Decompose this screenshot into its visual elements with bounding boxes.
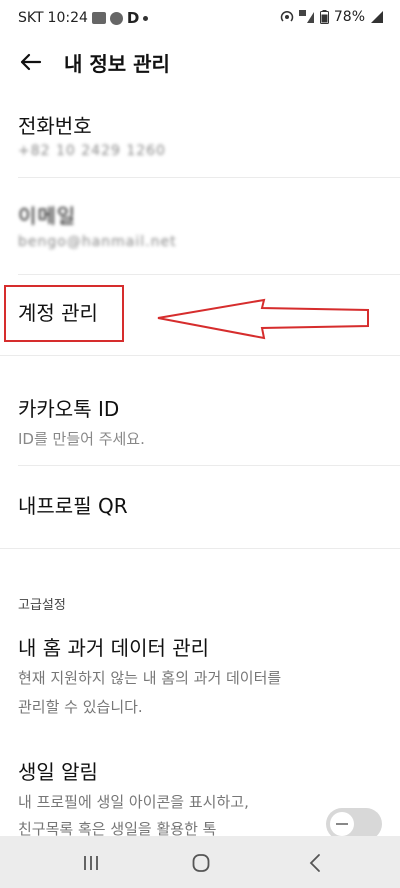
app-header: 내 정보 관리 (0, 38, 400, 88)
birthday-toggle[interactable] (326, 808, 382, 836)
carrier: SKT (18, 10, 44, 26)
status-bar: SKT 10:24 D 78% (0, 0, 400, 36)
home-history-desc-line2: 관리할 수 있습니다. (18, 698, 143, 716)
gallery-notification-icon (91, 12, 106, 24)
section-divider (0, 548, 400, 549)
d-notification-icon: D (126, 9, 140, 27)
more-notifications-icon (143, 15, 149, 21)
annotation-arrow (157, 298, 369, 340)
divider (18, 465, 400, 466)
kakaotalk-id-label: 카카오톡 ID (18, 397, 120, 421)
settings-page: SKT 10:24 D 78% 내 정보 관리 전화번호 +82 10 2429… (0, 0, 400, 836)
clock: 10:24 (47, 10, 88, 26)
phone-number-label: 전화번호 (18, 114, 92, 138)
profile-qr-label: 내프로필 QR (18, 494, 128, 518)
talk-notification-icon (109, 11, 123, 25)
system-nav-bar (0, 836, 400, 888)
status-left: SKT 10:24 D (18, 9, 149, 27)
email-label: 이메일 (18, 204, 77, 228)
status-right: 78% (280, 9, 384, 25)
back-arrow-icon[interactable] (14, 46, 46, 78)
kakaotalk-id-hint: ID를 만들어 주세요. (18, 430, 145, 448)
home-history-title: 내 홈 과거 데이터 관리 (18, 636, 210, 660)
section-divider (0, 355, 400, 356)
birthday-notification-desc-line2: 친구목록 혹은 생일을 활용한 톡 (18, 820, 217, 836)
advanced-settings-header: 고급설정 (18, 598, 66, 613)
signal-icon (298, 10, 314, 23)
toggle-knob (330, 812, 354, 836)
page-title: 내 정보 관리 (64, 52, 170, 76)
hotspot-icon (280, 10, 294, 22)
email-value: bengo@hanmail.net (18, 234, 177, 250)
battery-icon (319, 10, 329, 24)
phone-screen: SKT 10:24 D 78% 내 정보 관리 전화번호 +82 10 2429… (0, 0, 400, 888)
annotation-highlight-box (4, 285, 124, 342)
back-nav-icon[interactable] (300, 850, 330, 876)
divider (18, 274, 400, 275)
home-icon[interactable] (186, 850, 216, 876)
birthday-notification-desc-line1: 내 프로필에 생일 아이콘을 표시하고, (18, 793, 249, 811)
divider (18, 177, 400, 178)
signal-bars-icon (371, 11, 383, 23)
phone-number-value: +82 10 2429 1260 (18, 143, 166, 159)
minus-icon (336, 823, 348, 825)
recent-apps-icon[interactable] (76, 850, 106, 876)
battery-level: 78% (333, 9, 365, 25)
home-history-desc-line1: 현재 지원하지 않는 내 홈의 과거 데이터를 (18, 669, 282, 687)
birthday-notification-title: 생일 알림 (18, 760, 98, 784)
